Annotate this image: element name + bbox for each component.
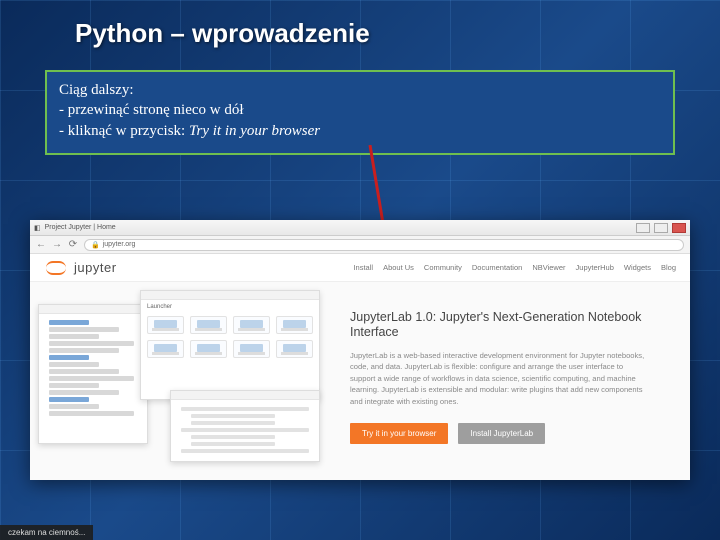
jupyter-logo[interactable]: jupyter (44, 260, 117, 275)
lock-icon: 🔒 (91, 241, 100, 249)
nav-about[interactable]: About Us (383, 263, 414, 272)
launcher-tile (147, 340, 184, 358)
window-close-button[interactable] (672, 223, 686, 233)
nav-widgets[interactable]: Widgets (624, 263, 651, 272)
url-text: jupyter.org (103, 241, 136, 248)
nav-back-icon[interactable]: ← (36, 240, 46, 250)
launcher-tile (233, 340, 270, 358)
instruction-line-2: - kliknąć w przycisk: Try it in your bro… (59, 121, 661, 141)
nav-reload-icon[interactable]: ⟳ (68, 240, 78, 250)
thumb-launcher-title: Launcher (141, 300, 319, 310)
launcher-tile (190, 316, 227, 334)
thumb-launcher: Launcher (140, 290, 320, 400)
nav-jupyterhub[interactable]: JupyterHub (576, 263, 614, 272)
nav-forward-icon[interactable]: → (52, 240, 62, 250)
jupyter-logo-text: jupyter (74, 260, 117, 275)
nav-nbviewer[interactable]: NBViewer (532, 263, 565, 272)
content-column: JupyterLab 1.0: Jupyter's Next-Generatio… (340, 282, 690, 480)
slide-title: Python – wprowadzenie (75, 18, 370, 49)
site-body: Launcher (30, 282, 690, 480)
install-jupyterlab-button[interactable]: Install JupyterLab (458, 423, 545, 444)
nav-install[interactable]: Install (353, 263, 373, 272)
window-maximize-button[interactable] (654, 223, 668, 233)
instruction-line-1: - przewinąć stronę nieco w dół (59, 100, 661, 120)
taskbar-hint: czekam na ciemnoś... (0, 525, 93, 540)
site-nav: Install About Us Community Documentation… (353, 263, 676, 272)
nav-blog[interactable]: Blog (661, 263, 676, 272)
thumbnail-cluster: Launcher (30, 282, 340, 480)
address-bar: ← → ⟳ 🔒 jupyter.org (30, 236, 690, 254)
launcher-tile (276, 316, 313, 334)
instruction-heading: Ciąg dalszy: (59, 80, 661, 100)
thumb-file-browser (38, 304, 148, 444)
content-paragraph: JupyterLab is a web-based interactive de… (350, 350, 650, 407)
instruction-box: Ciąg dalszy: - przewinąć stronę nieco w … (45, 70, 675, 155)
window-minimize-button[interactable] (636, 223, 650, 233)
nav-documentation[interactable]: Documentation (472, 263, 522, 272)
thumb-notebook (170, 390, 320, 462)
jupyter-logo-icon (44, 261, 70, 275)
content-headline: JupyterLab 1.0: Jupyter's Next-Generatio… (350, 310, 664, 340)
window-title: Project Jupyter | Home (45, 224, 116, 231)
nav-community[interactable]: Community (424, 263, 462, 272)
url-input[interactable]: 🔒 jupyter.org (84, 239, 684, 251)
tab-favicon-icon: ◧ (34, 224, 41, 232)
launcher-tile (276, 340, 313, 358)
window-titlebar: ◧ Project Jupyter | Home (30, 220, 690, 236)
site-header: jupyter Install About Us Community Docum… (30, 254, 690, 282)
launcher-tile (147, 316, 184, 334)
launcher-tile (233, 316, 270, 334)
cta-row: Try it in your browser Install JupyterLa… (350, 423, 664, 444)
launcher-tile (190, 340, 227, 358)
browser-screenshot: ◧ Project Jupyter | Home ← → ⟳ 🔒 jupyter… (30, 220, 690, 480)
try-in-browser-button[interactable]: Try it in your browser (350, 423, 448, 444)
